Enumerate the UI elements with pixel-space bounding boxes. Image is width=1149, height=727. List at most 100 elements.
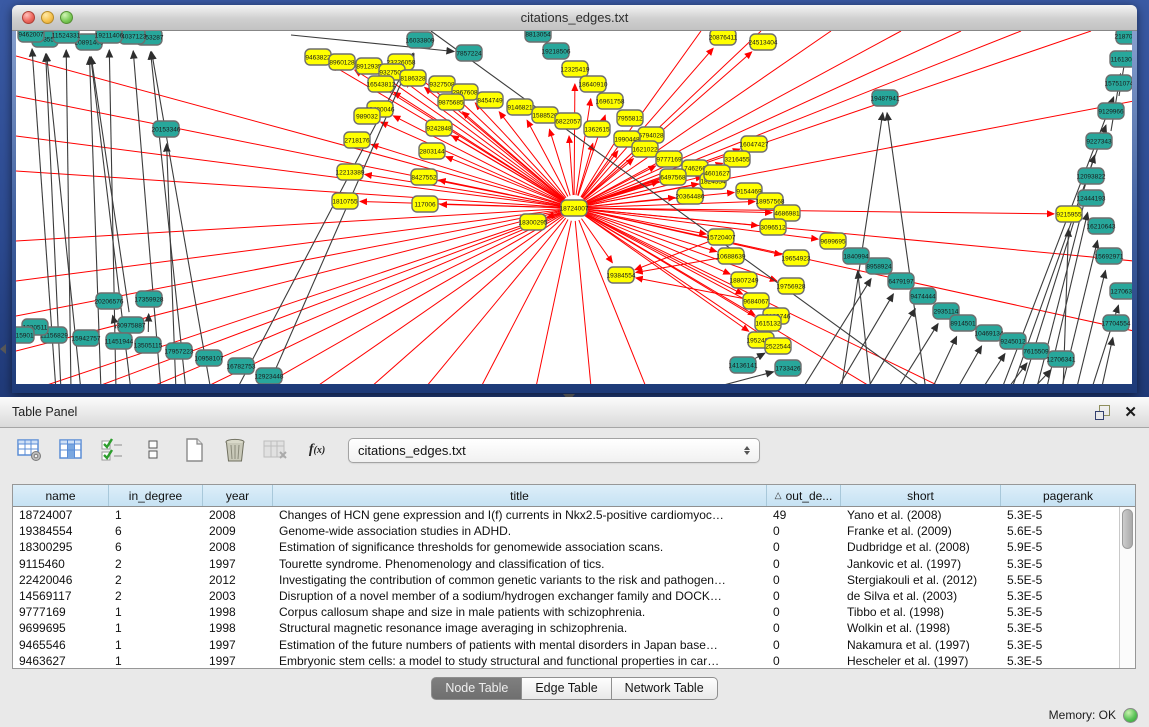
- table-row[interactable]: 946554611997Estimation of the future num…: [13, 637, 1119, 653]
- network-edge-selected[interactable]: [16, 56, 561, 205]
- window-titlebar[interactable]: citations_edges.txt: [12, 5, 1137, 31]
- network-node[interactable]: 12444193: [1077, 190, 1106, 206]
- network-node-selected[interactable]: 16961758: [596, 93, 625, 109]
- network-node-selected[interactable]: 2522544: [765, 338, 791, 354]
- network-node-selected[interactable]: 19756928: [777, 278, 806, 294]
- select-rows-icon[interactable]: [98, 436, 126, 464]
- close-window-button[interactable]: [22, 11, 35, 24]
- column-header-title[interactable]: title: [273, 485, 767, 506]
- network-node[interactable]: 16033809: [406, 32, 435, 48]
- network-node-selected[interactable]: 19654923: [782, 250, 811, 266]
- network-node[interactable]: 21870154: [1115, 31, 1132, 44]
- column-header-in_degree[interactable]: in_degree: [109, 485, 203, 506]
- network-edge[interactable]: [431, 31, 921, 384]
- network-node-selected[interactable]: 16047427: [740, 136, 769, 152]
- network-node[interactable]: 10958107: [195, 350, 224, 366]
- network-node-selected[interactable]: 9777169: [656, 151, 682, 167]
- network-node[interactable]: 1270634: [1110, 283, 1132, 299]
- network-node-selected[interactable]: 20876411: [709, 31, 738, 45]
- network-node-selected[interactable]: 9146821: [507, 99, 533, 115]
- network-edge-selected[interactable]: [587, 208, 1054, 214]
- network-node-selected[interactable]: 16543812: [367, 76, 396, 92]
- network-node[interactable]: 3915901: [16, 327, 34, 343]
- column-header-name[interactable]: name: [13, 485, 109, 506]
- network-node-selected[interactable]: 18640910: [579, 76, 608, 92]
- network-node[interactable]: 7615509: [1023, 343, 1049, 359]
- network-edge-selected[interactable]: [206, 214, 562, 384]
- network-edge-selected[interactable]: [462, 112, 564, 200]
- network-node-selected[interactable]: 9463822: [305, 49, 331, 65]
- network-edge[interactable]: [1101, 338, 1113, 384]
- network-node-selected[interactable]: 8960128: [329, 54, 355, 70]
- network-node[interactable]: 9245012: [1000, 333, 1026, 349]
- collapse-panel-arrow-icon[interactable]: [0, 344, 6, 354]
- network-node[interactable]: 6479197: [888, 273, 914, 289]
- network-node-selected[interactable]: 18807249: [730, 272, 759, 288]
- network-edge[interactable]: [887, 113, 926, 384]
- network-node[interactable]: 1161304: [1110, 51, 1132, 67]
- table-row[interactable]: 1456911722003Disruption of a novel membe…: [13, 588, 1119, 604]
- network-node[interactable]: 19211406: [95, 31, 124, 43]
- network-edge[interactable]: [754, 353, 764, 359]
- network-node[interactable]: 8958924: [866, 258, 892, 274]
- network-edge-selected[interactable]: [636, 278, 744, 299]
- network-edge-selected[interactable]: [635, 242, 709, 270]
- table-row[interactable]: 911546021997Tourette syndrome. Phenomeno…: [13, 556, 1119, 572]
- table-row[interactable]: 946362711997Embryonic stem cells: a mode…: [13, 653, 1119, 668]
- table-row[interactable]: 1938455462009Genome-wide association stu…: [13, 523, 1119, 539]
- network-edge[interactable]: [981, 354, 1005, 384]
- tab-edge-table[interactable]: Edge Table: [522, 677, 611, 700]
- network-edge-selected[interactable]: [574, 84, 575, 195]
- table-settings-icon[interactable]: [16, 436, 44, 464]
- network-node-selected[interactable]: 10688639: [717, 248, 746, 264]
- network-node-selected[interactable]: 19384554: [607, 267, 636, 283]
- table-row[interactable]: 969969511998Structural magnetic resonanc…: [13, 620, 1119, 636]
- network-node[interactable]: 16782753: [227, 358, 256, 374]
- network-node-selected[interactable]: 12325419: [561, 61, 590, 77]
- network-node-selected[interactable]: 9215955: [1056, 206, 1082, 222]
- network-node-selected[interactable]: 989032: [354, 108, 380, 124]
- network-node-selected[interactable]: 24513404: [749, 34, 778, 50]
- network-node-selected[interactable]: 1621022: [632, 141, 658, 157]
- network-edge[interactable]: [858, 271, 871, 384]
- network-node-selected[interactable]: 2803144: [419, 143, 445, 159]
- select-columns-icon[interactable]: [57, 436, 85, 464]
- delete-trash-icon[interactable]: [221, 436, 249, 464]
- network-node-selected[interactable]: 4601627: [704, 165, 730, 181]
- network-node-selected[interactable]: 8912935: [356, 58, 382, 74]
- function-builder-icon[interactable]: f(x): [303, 436, 331, 464]
- network-svg[interactable]: 1872400718300295946382289601288912935232…: [16, 31, 1132, 384]
- network-node-selected[interactable]: 18300295: [519, 214, 548, 230]
- network-node-selected[interactable]: 9875685: [438, 94, 464, 110]
- network-node[interactable]: 19487941: [871, 90, 900, 106]
- network-edge-selected[interactable]: [16, 211, 561, 351]
- network-node[interactable]: 20153346: [152, 121, 181, 137]
- network-node-selected[interactable]: 9699695: [820, 233, 846, 249]
- network-node[interactable]: 13505115: [134, 337, 163, 353]
- network-view-window[interactable]: citations_edges.txt 18724007183002959463…: [12, 5, 1137, 393]
- network-edge-selected[interactable]: [16, 136, 561, 206]
- column-header-pagerank[interactable]: pagerank: [1001, 485, 1135, 506]
- network-node-selected[interactable]: 6822057: [555, 113, 581, 129]
- network-node-selected[interactable]: 20364486: [676, 188, 705, 204]
- network-node[interactable]: 17359928: [135, 291, 164, 307]
- column-header-short[interactable]: short: [841, 485, 1001, 506]
- table-row[interactable]: 1830029562008Estimation of significance …: [13, 539, 1119, 555]
- network-node[interactable]: 9462007: [18, 31, 44, 42]
- float-panel-icon[interactable]: [1095, 405, 1110, 420]
- memory-status-indicator[interactable]: [1123, 708, 1138, 723]
- network-node[interactable]: 11451944: [105, 333, 134, 349]
- new-document-icon[interactable]: [180, 436, 208, 464]
- network-node-selected[interactable]: 2718176: [344, 132, 370, 148]
- network-edge-selected[interactable]: [96, 213, 562, 384]
- network-node[interactable]: 15751074: [1105, 75, 1132, 91]
- network-node[interactable]: 12706341: [1047, 351, 1076, 367]
- network-node-selected[interactable]: 1810755: [332, 193, 358, 209]
- network-node[interactable]: 8914501: [950, 315, 976, 331]
- table-row[interactable]: 1872400712008Changes of HCN gene express…: [13, 507, 1119, 523]
- network-node-selected[interactable]: 8427552: [411, 169, 437, 185]
- row-height-icon[interactable]: [139, 436, 167, 464]
- column-header-out_de[interactable]: △out_de...: [767, 485, 841, 506]
- network-node[interactable]: 16210643: [1087, 218, 1116, 234]
- network-edge-selected[interactable]: [481, 220, 568, 384]
